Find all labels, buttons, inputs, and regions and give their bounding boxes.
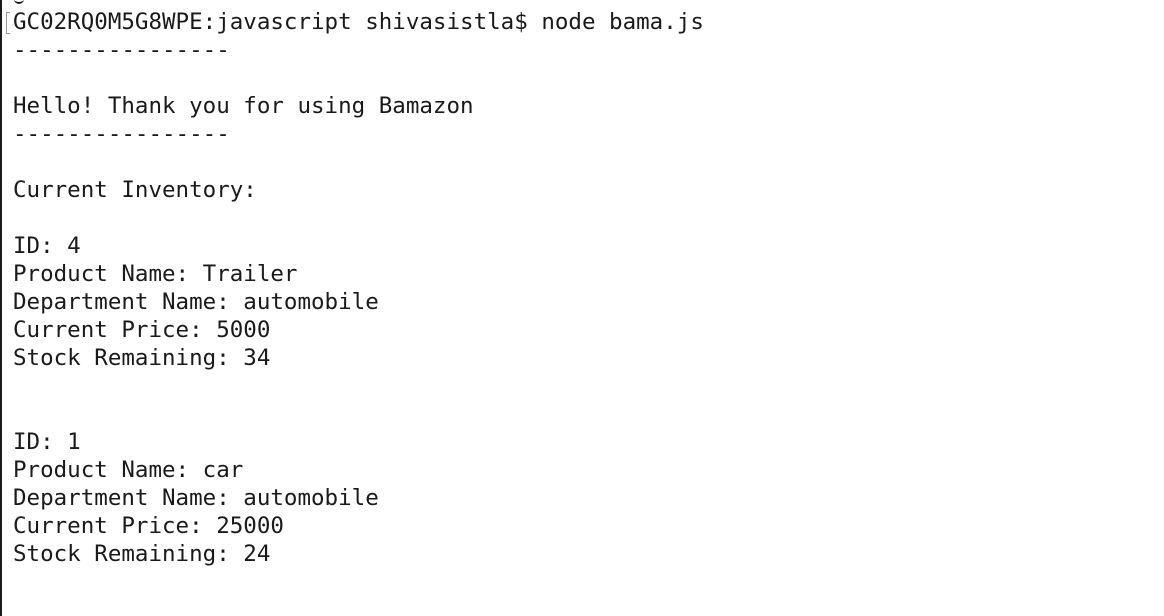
clipped-previous-line	[14, 0, 24, 4]
prompt-text: GC02RQ0M5G8WPE:javascript shivasistla$	[13, 9, 528, 35]
output-line: ----------------	[13, 121, 230, 147]
output-line: Department Name: automobile	[13, 289, 379, 315]
output-line: Current Price: 25000	[13, 513, 284, 539]
line-marker	[6, 12, 10, 34]
output-line: Product Name: Trailer	[13, 261, 298, 287]
terminal-window[interactable]: GC02RQ0M5G8WPE:javascript shivasistla$ n…	[0, 0, 1164, 616]
terminal-output: GC02RQ0M5G8WPE:javascript shivasistla$ n…	[13, 8, 704, 568]
output-line: Stock Remaining: 24	[13, 541, 271, 567]
command-text: node bama.js	[541, 9, 704, 35]
output-line: Stock Remaining: 34	[13, 345, 271, 371]
output-line: ID: 4	[13, 233, 81, 259]
output-line: ----------------	[13, 37, 230, 63]
prompt-line: GC02RQ0M5G8WPE:javascript shivasistla$ n…	[13, 8, 704, 36]
output-line: Product Name: car	[13, 457, 244, 483]
output-line: Current Price: 5000	[13, 317, 271, 343]
output-line: Hello! Thank you for using Bamazon	[13, 93, 474, 119]
output-line: Department Name: automobile	[13, 485, 379, 511]
output-line: ID: 1	[13, 429, 81, 455]
output-line: Current Inventory:	[13, 177, 257, 203]
